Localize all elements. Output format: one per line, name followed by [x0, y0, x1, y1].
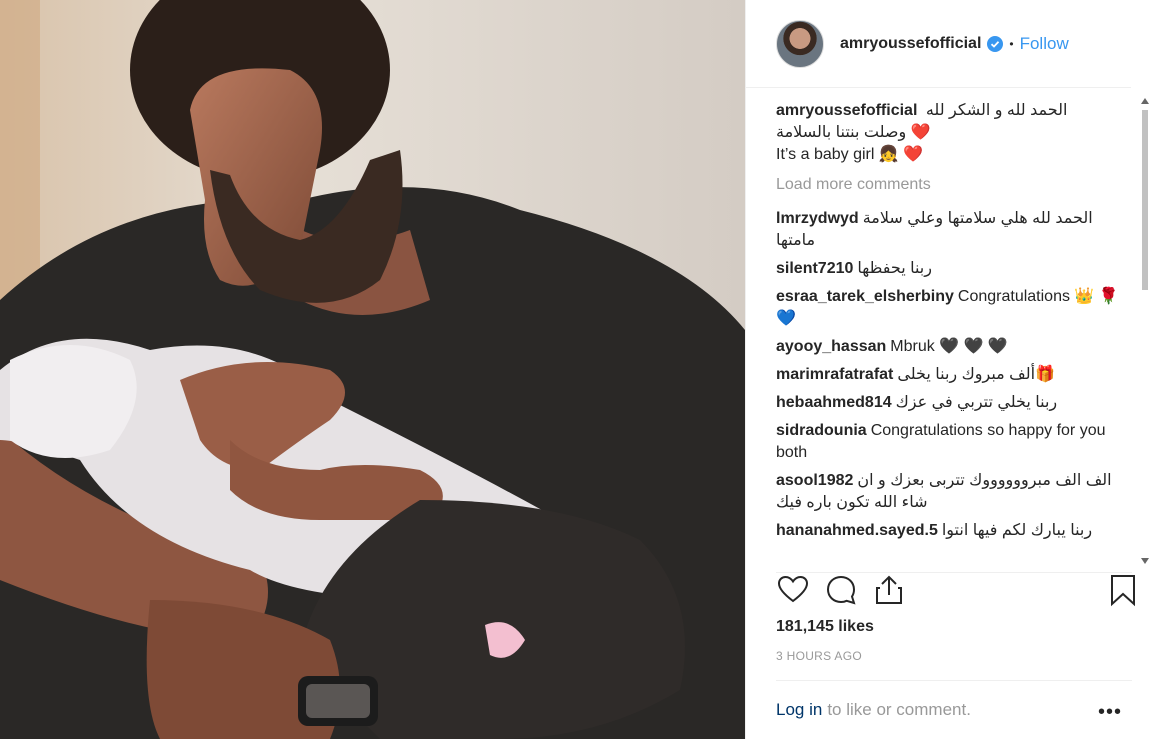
header-username[interactable]: amryoussefofficial	[840, 35, 981, 53]
comment-username[interactable]: sidradounia	[776, 422, 867, 439]
caption-line-3: It’s a baby girl 👧 ❤️	[776, 146, 924, 163]
comment: silent7210 ربنا يحفظها	[776, 258, 1122, 280]
comment: esraa_tarek_elsherbiny Congratulations 👑 …	[776, 286, 1122, 330]
comment-username[interactable]: hananahmed.sayed.5	[776, 522, 938, 539]
login-footer: Log in to like or comment. •••	[776, 680, 1132, 739]
caption-line-2: وصلت بنتنا بالسلامة ❤️	[776, 124, 931, 141]
scroll-up-arrow-icon[interactable]	[1141, 98, 1149, 104]
comment-username[interactable]: asool1982	[776, 472, 853, 489]
caption-line-1: الحمد لله و الشكر لله	[925, 102, 1068, 119]
comments-list[interactable]: amryoussefofficial الحمد لله و الشكر لله…	[776, 100, 1122, 562]
separator-dot: •	[1009, 36, 1014, 51]
post-header: amryoussefofficial • Follow	[746, 0, 1131, 88]
scroll-down-arrow-icon[interactable]	[1141, 558, 1149, 564]
post-image	[0, 0, 745, 739]
likes-count[interactable]: 181,145 likes	[776, 618, 874, 636]
comment: ayooy_hassan Mbruk 🖤 🖤 🖤	[776, 336, 1122, 358]
more-options-icon[interactable]: •••	[1098, 701, 1122, 724]
comment-text: Mbruk 🖤 🖤 🖤	[890, 338, 1008, 355]
instagram-post: amryoussefofficial • Follow amryoussefof…	[0, 0, 1151, 739]
comment-username[interactable]: marimrafatrafat	[776, 366, 893, 383]
comment: asool1982 الف الف مبرووووووك تتربى بعزك و…	[776, 470, 1122, 514]
comment: hebaahmed814 ربنا يخلي تتربي في عزك	[776, 392, 1122, 414]
comment: hananahmed.sayed.5 ربنا يبارك لكم فيها ان…	[776, 520, 1122, 542]
load-more-comments-link[interactable]: Load more comments	[776, 174, 1122, 196]
comment-text: ألف مبروك ربنا يخلى🎁	[897, 366, 1055, 383]
comments-scrollbar[interactable]	[1141, 96, 1149, 566]
post-photo[interactable]	[0, 0, 745, 739]
caption: amryoussefofficial الحمد لله و الشكر لله…	[776, 100, 1122, 166]
comment-text: ربنا يبارك لكم فيها انتوا	[941, 522, 1093, 539]
comment: sidradounia Congratulations so happy for …	[776, 420, 1122, 464]
scrollbar-thumb[interactable]	[1142, 110, 1148, 290]
bookmark-icon[interactable]	[1106, 573, 1140, 607]
login-link[interactable]: Log in	[776, 700, 822, 720]
avatar[interactable]	[776, 19, 824, 68]
login-prompt-text: to like or comment.	[827, 700, 971, 719]
comment: marimrafatrafat ألف مبروك ربنا يخلى🎁	[776, 364, 1122, 386]
comment-username[interactable]: lmrzydwyd	[776, 210, 859, 227]
post-timestamp[interactable]: 3 HOURS AGO	[776, 649, 862, 663]
comment-username[interactable]: esraa_tarek_elsherbiny	[776, 288, 954, 305]
caption-username[interactable]: amryoussefofficial	[776, 102, 917, 119]
comment-text: ربنا يخلي تتربي في عزك	[895, 394, 1058, 411]
follow-button[interactable]: Follow	[1020, 34, 1069, 54]
share-icon[interactable]	[872, 573, 906, 607]
comment: lmrzydwyd الحمد لله هلي سلامتها وعلي سلام…	[776, 208, 1122, 252]
comment-icon[interactable]	[824, 573, 858, 607]
comment-text: ربنا يحفظها	[857, 260, 932, 277]
heart-icon[interactable]	[776, 573, 810, 607]
post-sidebar: amryoussefofficial • Follow amryoussefof…	[745, 0, 1151, 739]
comment-username[interactable]: hebaahmed814	[776, 394, 892, 411]
comment-username[interactable]: ayooy_hassan	[776, 338, 886, 355]
action-bar	[776, 572, 1135, 612]
comment-username[interactable]: silent7210	[776, 260, 853, 277]
verified-badge-icon	[987, 35, 1004, 52]
